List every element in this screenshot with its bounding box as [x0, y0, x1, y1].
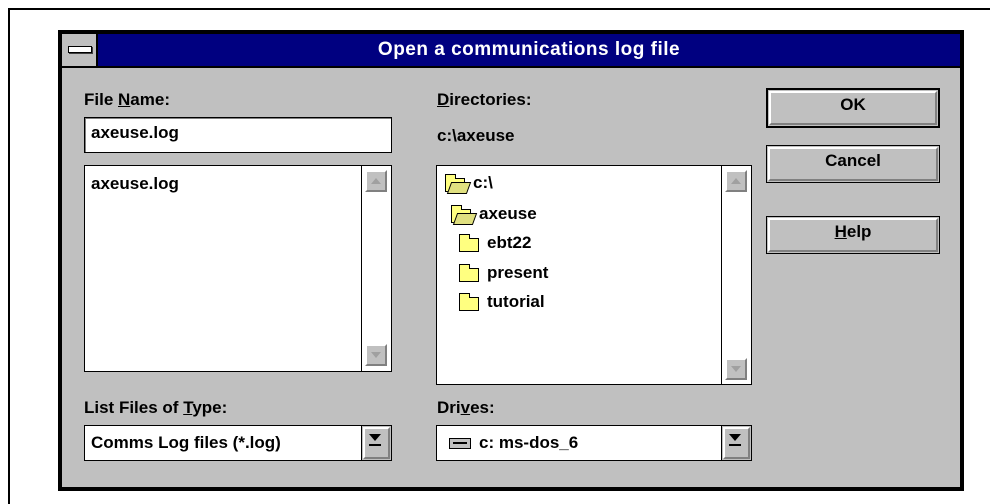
drives-dropdown-button[interactable]	[721, 426, 751, 460]
drives-value: c: ms-dos_6	[479, 433, 579, 452]
chevron-down-icon	[729, 434, 741, 441]
open-folder-icon	[451, 205, 471, 223]
cancel-button[interactable]: Cancel	[766, 145, 940, 183]
dialog-title: Open a communications log file	[377, 39, 681, 60]
scroll-up-button[interactable]	[725, 170, 747, 192]
list-item[interactable]: axeuse	[451, 203, 691, 225]
list-item[interactable]: ebt22	[459, 232, 699, 254]
hard-drive-icon	[449, 438, 471, 449]
open-folder-icon	[445, 174, 465, 192]
chevron-down-icon	[369, 434, 381, 441]
file-name-input[interactable]: axeuse.log	[84, 117, 392, 153]
directory-list[interactable]: c:\ axeuse ebt22 present tutorial	[436, 165, 752, 385]
list-item[interactable]: c:\	[445, 172, 705, 194]
file-type-label: List Files of Type:	[84, 398, 228, 417]
file-name-label: File Name:	[84, 90, 170, 109]
folder-icon	[459, 234, 479, 252]
help-button[interactable]: Help	[766, 216, 940, 254]
file-type-value: Comms Log files (*.log)	[91, 433, 281, 452]
directory-list-scrollbar[interactable]	[721, 166, 751, 384]
scroll-up-button[interactable]	[365, 170, 387, 192]
drives-label: Drives:	[437, 398, 495, 417]
drives-select[interactable]: c: ms-dos_6	[436, 425, 752, 461]
directories-label: Directories:	[437, 90, 532, 109]
list-item[interactable]: axeuse.log	[91, 174, 179, 194]
list-item[interactable]: tutorial	[459, 291, 699, 313]
ok-button[interactable]: OK	[766, 88, 940, 128]
list-item[interactable]: present	[459, 262, 699, 284]
current-directory-path: c:\axeuse	[437, 126, 515, 145]
file-list[interactable]: axeuse.log	[84, 165, 392, 372]
scroll-down-button[interactable]	[725, 358, 747, 380]
folder-icon	[459, 293, 479, 311]
file-type-dropdown-button[interactable]	[361, 426, 391, 460]
folder-icon	[459, 264, 479, 282]
file-list-scrollbar[interactable]	[361, 166, 391, 371]
file-type-select[interactable]: Comms Log files (*.log)	[84, 425, 392, 461]
scroll-down-button[interactable]	[365, 344, 387, 366]
system-menu-icon[interactable]	[62, 34, 98, 66]
